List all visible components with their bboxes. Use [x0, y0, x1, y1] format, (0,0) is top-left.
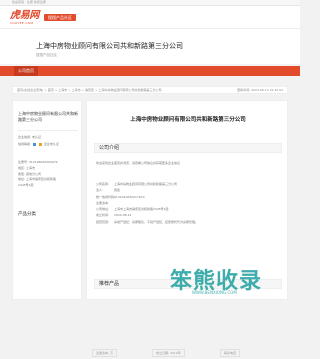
nav-home-tab[interactable]: 公司首页 [14, 66, 38, 76]
info-value: 上海市上海市静安区共和新路2445号1层 [114, 207, 169, 212]
main-company-title: 上海中房物业顾问有限公司共和新路第三分公司 [130, 117, 246, 123]
sidebar-credit-row: 企业信用: 未认证 [18, 135, 41, 139]
info-value: 上海中房物业顾问有限公司共和新路第三分公司 [114, 182, 178, 186]
info-value: 2024-08-12 [114, 213, 132, 218]
info-value: 房地产经纪，房屋租赁，不动产经纪，接受委托代为房屋管理。 [114, 219, 199, 224]
intro-heading: 公司介绍 [94, 143, 282, 153]
header-community-button[interactable]: 搜搜产品社区 [44, 14, 76, 21]
update-time: 更新时间: 2024-08-13 15:42:52 [237, 88, 283, 92]
breadcrumb: 首页(在线企业查询) > 首页 > 上海市 > 上海市 > 静安区 > 上海中房… [12, 86, 288, 94]
company-subtitle: 搜搜产品社区 [36, 53, 57, 57]
credit-label: 企业信用 [18, 135, 31, 139]
summary-tags: 注册资本: 万 成立日期: 2014年 联系电话 [92, 349, 286, 359]
main-nav: 公司首页 [0, 66, 300, 76]
level-label: 信用等级 [18, 142, 31, 146]
info-value: 913101063001761X [114, 194, 145, 199]
sidebar-products-heading: 产品分类 [18, 212, 36, 217]
level-value: 企业未认证 [43, 142, 59, 146]
company-info-list: 公司名称: 上海中房物业顾问有限公司共和新路第三分公司 法人: 钱建 统一信用代码:… [96, 181, 286, 225]
company-banner: 上海中房物业顾问有限公司共和新路第三分公司 搜搜产品社区 [0, 28, 300, 64]
info-key: 经营范围: [96, 219, 110, 224]
sidebar-address-cont: 2445号1层 [18, 183, 34, 188]
top-bar-text: 欢迎来到 · 注册 免费注册 [12, 0, 46, 4]
watermark-domain: WWW.BENXIONG.COM [192, 290, 237, 295]
info-value: 钱建 [114, 188, 121, 193]
logo-domain: COOYEE.COM [10, 21, 34, 25]
sidebar-level-row: 信用等级: 企业未认证 [18, 142, 59, 146]
breadcrumb-path[interactable]: 首页(在线企业查询) > 首页 > 上海市 > 上海市 > 静安区 > 上海中房… [17, 87, 161, 94]
company-title: 上海中房物业顾问有限公司共和新路第三分公司 [36, 42, 183, 50]
tag-phone[interactable]: 联系电话 [220, 349, 241, 357]
tag-founded: 成立日期: 2014年 [152, 349, 185, 357]
intro-text: 欢迎来到企业首页并浏览，请查看公司信息并获取更多企业信息 [96, 161, 181, 165]
site-header: 虎易网 COOYEE.COM 搜搜产品社区 [0, 6, 300, 28]
credit-value: 未认证 [31, 135, 41, 139]
tag-capital: 注册资本: 万 [92, 349, 117, 357]
sidebar-divider [18, 130, 78, 131]
verify-icon [32, 142, 36, 146]
site-logo[interactable]: 虎易网 COOYEE.COM [10, 10, 40, 26]
badge-icon [38, 142, 42, 146]
company-sidebar: 上海中房物业顾问有限公司共和新路第三分公司 企业信用: 未认证 信用等级: 企业… [12, 100, 82, 300]
logo-text: 虎易网 [10, 10, 40, 21]
sidebar-details: 注册号: 310106000300079 地区: 上海市 类型: 其他分公司 地… [18, 160, 78, 189]
sidebar-company-name: 上海中房物业顾问有限公司共和新路第三分公司 [18, 111, 78, 122]
info-row: 经营范围: 房地产经纪，房屋租赁，不动产经纪，接受委托代为房屋管理。 [96, 219, 286, 225]
